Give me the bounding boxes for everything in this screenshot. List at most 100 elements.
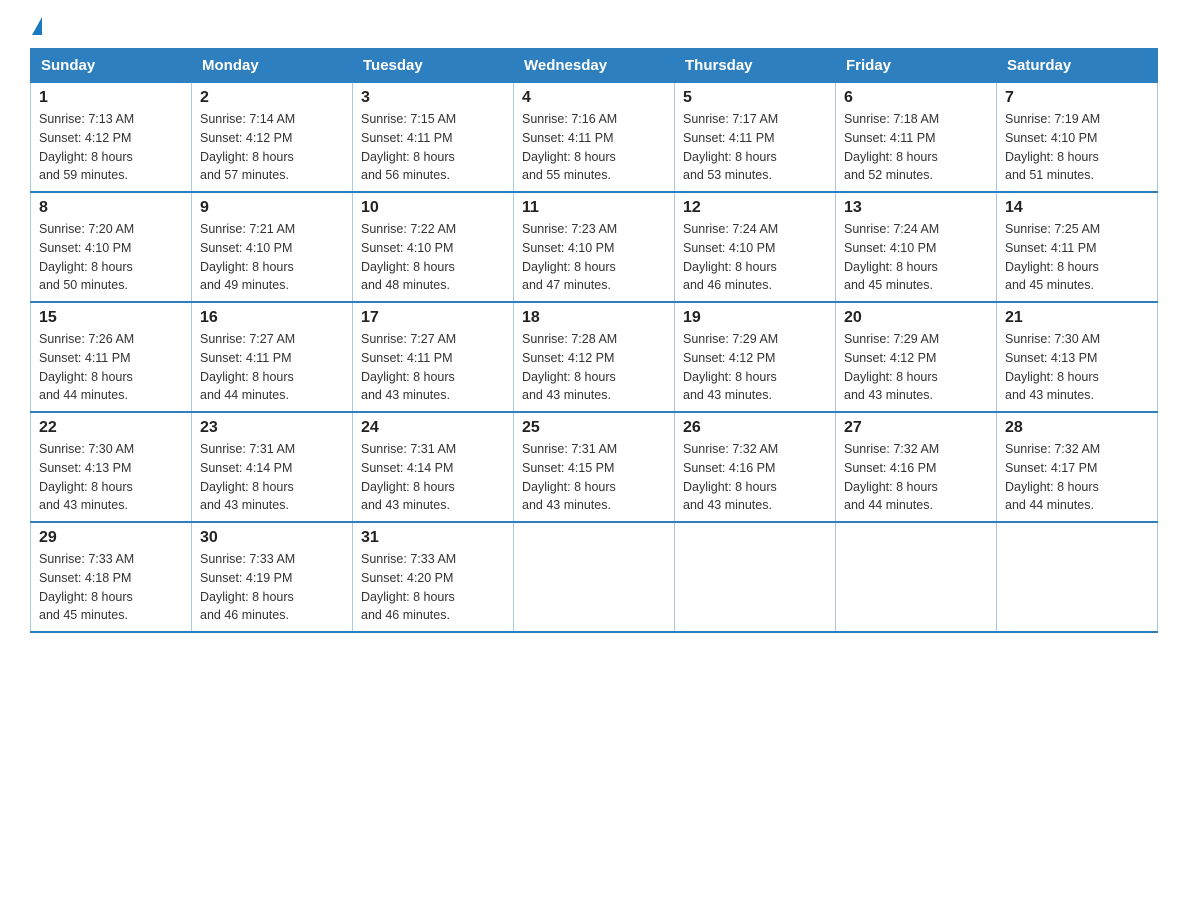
day-info: Sunrise: 7:31 AM Sunset: 4:14 PM Dayligh… — [361, 440, 505, 515]
day-number: 8 — [39, 199, 183, 217]
day-number: 4 — [522, 89, 666, 107]
day-cell: 1 Sunrise: 7:13 AM Sunset: 4:12 PM Dayli… — [31, 83, 192, 193]
day-info: Sunrise: 7:17 AM Sunset: 4:11 PM Dayligh… — [683, 110, 827, 185]
day-cell: 17 Sunrise: 7:27 AM Sunset: 4:11 PM Dayl… — [353, 302, 514, 412]
day-number: 12 — [683, 199, 827, 217]
day-cell: 16 Sunrise: 7:27 AM Sunset: 4:11 PM Dayl… — [192, 302, 353, 412]
day-cell — [514, 522, 675, 632]
day-cell: 2 Sunrise: 7:14 AM Sunset: 4:12 PM Dayli… — [192, 83, 353, 193]
header-tuesday: Tuesday — [353, 49, 514, 83]
day-info: Sunrise: 7:30 AM Sunset: 4:13 PM Dayligh… — [1005, 330, 1149, 405]
week-row-2: 8 Sunrise: 7:20 AM Sunset: 4:10 PM Dayli… — [31, 192, 1158, 302]
day-info: Sunrise: 7:30 AM Sunset: 4:13 PM Dayligh… — [39, 440, 183, 515]
day-number: 11 — [522, 199, 666, 217]
week-row-3: 15 Sunrise: 7:26 AM Sunset: 4:11 PM Dayl… — [31, 302, 1158, 412]
calendar-table: Sunday Monday Tuesday Wednesday Thursday… — [30, 48, 1158, 633]
day-info: Sunrise: 7:13 AM Sunset: 4:12 PM Dayligh… — [39, 110, 183, 185]
header-saturday: Saturday — [997, 49, 1158, 83]
day-number: 29 — [39, 529, 183, 547]
day-info: Sunrise: 7:33 AM Sunset: 4:18 PM Dayligh… — [39, 550, 183, 625]
header-wednesday: Wednesday — [514, 49, 675, 83]
day-number: 6 — [844, 89, 988, 107]
day-number: 25 — [522, 419, 666, 437]
week-row-5: 29 Sunrise: 7:33 AM Sunset: 4:18 PM Dayl… — [31, 522, 1158, 632]
day-cell: 19 Sunrise: 7:29 AM Sunset: 4:12 PM Dayl… — [675, 302, 836, 412]
page-header — [30, 20, 1158, 38]
day-info: Sunrise: 7:22 AM Sunset: 4:10 PM Dayligh… — [361, 220, 505, 295]
day-number: 23 — [200, 419, 344, 437]
day-info: Sunrise: 7:28 AM Sunset: 4:12 PM Dayligh… — [522, 330, 666, 405]
day-info: Sunrise: 7:26 AM Sunset: 4:11 PM Dayligh… — [39, 330, 183, 405]
day-info: Sunrise: 7:31 AM Sunset: 4:15 PM Dayligh… — [522, 440, 666, 515]
day-cell: 29 Sunrise: 7:33 AM Sunset: 4:18 PM Dayl… — [31, 522, 192, 632]
day-cell: 28 Sunrise: 7:32 AM Sunset: 4:17 PM Dayl… — [997, 412, 1158, 522]
day-number: 24 — [361, 419, 505, 437]
day-number: 17 — [361, 309, 505, 327]
day-number: 21 — [1005, 309, 1149, 327]
day-number: 7 — [1005, 89, 1149, 107]
day-cell: 22 Sunrise: 7:30 AM Sunset: 4:13 PM Dayl… — [31, 412, 192, 522]
logo-triangle-icon — [32, 17, 42, 35]
day-number: 13 — [844, 199, 988, 217]
header-friday: Friday — [836, 49, 997, 83]
day-number: 16 — [200, 309, 344, 327]
day-cell: 4 Sunrise: 7:16 AM Sunset: 4:11 PM Dayli… — [514, 83, 675, 193]
day-number: 22 — [39, 419, 183, 437]
day-info: Sunrise: 7:18 AM Sunset: 4:11 PM Dayligh… — [844, 110, 988, 185]
day-number: 10 — [361, 199, 505, 217]
day-cell: 8 Sunrise: 7:20 AM Sunset: 4:10 PM Dayli… — [31, 192, 192, 302]
day-info: Sunrise: 7:24 AM Sunset: 4:10 PM Dayligh… — [844, 220, 988, 295]
day-info: Sunrise: 7:31 AM Sunset: 4:14 PM Dayligh… — [200, 440, 344, 515]
day-number: 18 — [522, 309, 666, 327]
day-cell: 27 Sunrise: 7:32 AM Sunset: 4:16 PM Dayl… — [836, 412, 997, 522]
day-cell: 30 Sunrise: 7:33 AM Sunset: 4:19 PM Dayl… — [192, 522, 353, 632]
day-info: Sunrise: 7:16 AM Sunset: 4:11 PM Dayligh… — [522, 110, 666, 185]
day-number: 31 — [361, 529, 505, 547]
day-number: 15 — [39, 309, 183, 327]
day-cell: 10 Sunrise: 7:22 AM Sunset: 4:10 PM Dayl… — [353, 192, 514, 302]
day-info: Sunrise: 7:19 AM Sunset: 4:10 PM Dayligh… — [1005, 110, 1149, 185]
day-cell: 6 Sunrise: 7:18 AM Sunset: 4:11 PM Dayli… — [836, 83, 997, 193]
day-cell: 15 Sunrise: 7:26 AM Sunset: 4:11 PM Dayl… — [31, 302, 192, 412]
day-number: 28 — [1005, 419, 1149, 437]
header-monday: Monday — [192, 49, 353, 83]
day-cell: 24 Sunrise: 7:31 AM Sunset: 4:14 PM Dayl… — [353, 412, 514, 522]
day-cell: 20 Sunrise: 7:29 AM Sunset: 4:12 PM Dayl… — [836, 302, 997, 412]
day-info: Sunrise: 7:29 AM Sunset: 4:12 PM Dayligh… — [683, 330, 827, 405]
day-number: 3 — [361, 89, 505, 107]
day-cell — [675, 522, 836, 632]
day-info: Sunrise: 7:24 AM Sunset: 4:10 PM Dayligh… — [683, 220, 827, 295]
day-number: 2 — [200, 89, 344, 107]
day-cell: 21 Sunrise: 7:30 AM Sunset: 4:13 PM Dayl… — [997, 302, 1158, 412]
week-row-4: 22 Sunrise: 7:30 AM Sunset: 4:13 PM Dayl… — [31, 412, 1158, 522]
day-number: 26 — [683, 419, 827, 437]
day-number: 30 — [200, 529, 344, 547]
day-info: Sunrise: 7:23 AM Sunset: 4:10 PM Dayligh… — [522, 220, 666, 295]
day-info: Sunrise: 7:14 AM Sunset: 4:12 PM Dayligh… — [200, 110, 344, 185]
day-info: Sunrise: 7:32 AM Sunset: 4:16 PM Dayligh… — [683, 440, 827, 515]
day-cell: 13 Sunrise: 7:24 AM Sunset: 4:10 PM Dayl… — [836, 192, 997, 302]
day-cell: 5 Sunrise: 7:17 AM Sunset: 4:11 PM Dayli… — [675, 83, 836, 193]
logo — [30, 20, 42, 38]
day-info: Sunrise: 7:33 AM Sunset: 4:19 PM Dayligh… — [200, 550, 344, 625]
day-info: Sunrise: 7:25 AM Sunset: 4:11 PM Dayligh… — [1005, 220, 1149, 295]
day-info: Sunrise: 7:21 AM Sunset: 4:10 PM Dayligh… — [200, 220, 344, 295]
day-number: 19 — [683, 309, 827, 327]
day-number: 20 — [844, 309, 988, 327]
day-cell: 26 Sunrise: 7:32 AM Sunset: 4:16 PM Dayl… — [675, 412, 836, 522]
day-cell: 18 Sunrise: 7:28 AM Sunset: 4:12 PM Dayl… — [514, 302, 675, 412]
day-number: 9 — [200, 199, 344, 217]
day-info: Sunrise: 7:32 AM Sunset: 4:17 PM Dayligh… — [1005, 440, 1149, 515]
day-info: Sunrise: 7:20 AM Sunset: 4:10 PM Dayligh… — [39, 220, 183, 295]
day-cell: 14 Sunrise: 7:25 AM Sunset: 4:11 PM Dayl… — [997, 192, 1158, 302]
day-info: Sunrise: 7:33 AM Sunset: 4:20 PM Dayligh… — [361, 550, 505, 625]
day-info: Sunrise: 7:32 AM Sunset: 4:16 PM Dayligh… — [844, 440, 988, 515]
day-cell: 11 Sunrise: 7:23 AM Sunset: 4:10 PM Dayl… — [514, 192, 675, 302]
week-row-1: 1 Sunrise: 7:13 AM Sunset: 4:12 PM Dayli… — [31, 83, 1158, 193]
day-number: 5 — [683, 89, 827, 107]
day-info: Sunrise: 7:27 AM Sunset: 4:11 PM Dayligh… — [200, 330, 344, 405]
day-info: Sunrise: 7:27 AM Sunset: 4:11 PM Dayligh… — [361, 330, 505, 405]
day-cell — [997, 522, 1158, 632]
day-number: 27 — [844, 419, 988, 437]
day-info: Sunrise: 7:29 AM Sunset: 4:12 PM Dayligh… — [844, 330, 988, 405]
